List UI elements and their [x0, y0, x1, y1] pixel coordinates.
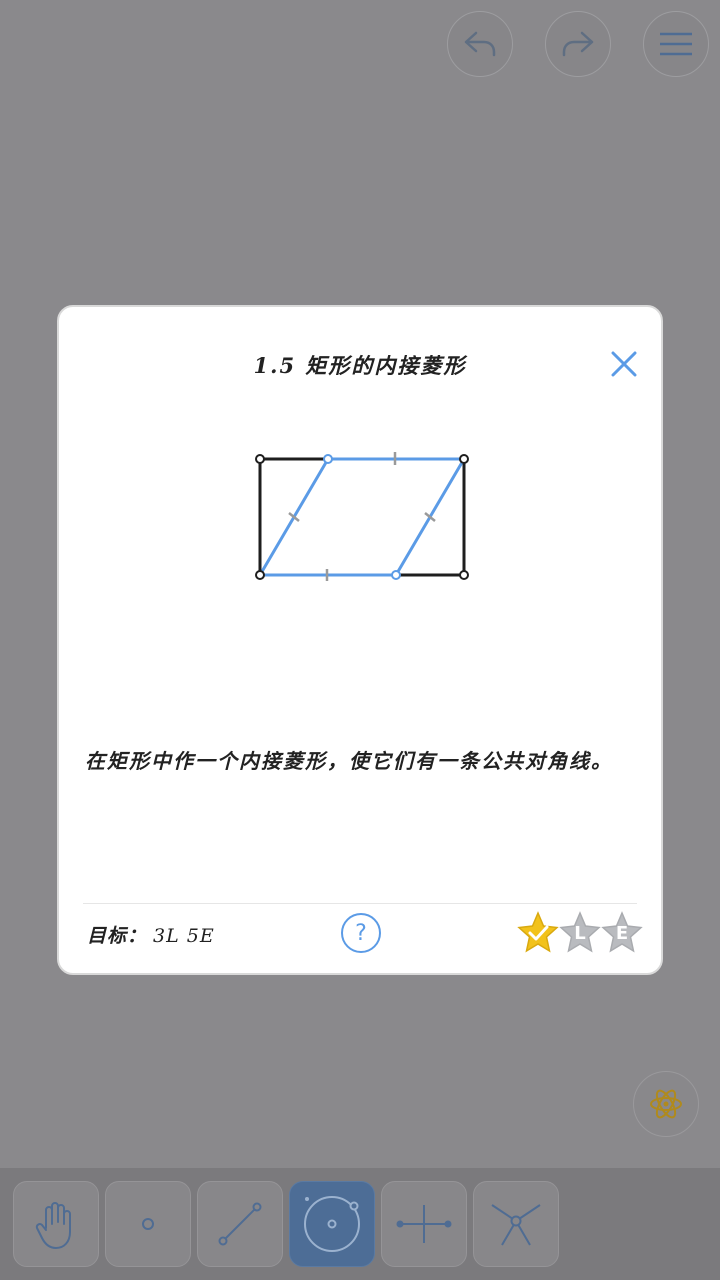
circle-icon — [304, 1196, 360, 1252]
divider — [83, 903, 637, 904]
hand-icon — [35, 1202, 71, 1249]
rectangle-vertex — [459, 454, 469, 464]
rectangle-vertex — [255, 454, 265, 464]
rhombus-outline — [258, 457, 466, 577]
undo-icon — [464, 31, 496, 57]
help-button[interactable]: ? — [341, 913, 381, 953]
undo-button[interactable] — [447, 11, 513, 77]
close-button[interactable] — [607, 347, 641, 381]
circle-tool[interactable] — [289, 1181, 375, 1267]
point-icon — [142, 1218, 154, 1230]
star-completed — [517, 911, 559, 955]
tool-bar — [0, 1168, 720, 1280]
line-tool[interactable] — [197, 1181, 283, 1267]
menu-button[interactable] — [643, 11, 709, 77]
rectangle-vertex — [459, 570, 469, 580]
perpendicular-tool[interactable] — [381, 1181, 467, 1267]
line-segment-icon — [218, 1202, 262, 1246]
level-title: 1.5 矩形的内接菱形 — [253, 353, 467, 378]
rectangle-vertex — [255, 570, 265, 580]
star-e-label: E — [615, 923, 629, 944]
point-tool[interactable] — [105, 1181, 191, 1267]
redo-icon — [562, 31, 594, 57]
rhombus-vertex — [391, 570, 401, 580]
explore-button[interactable] — [633, 1071, 699, 1137]
rectangle-outline — [258, 457, 466, 577]
hand-tool[interactable] — [13, 1181, 99, 1267]
star-check-icon — [517, 911, 559, 953]
close-icon — [611, 351, 637, 377]
star-rating: L E — [517, 911, 643, 955]
level-description: 在矩形中作一个内接菱形，使它们有一条公共对角线。 — [85, 749, 613, 773]
level-info-dialog: 1.5 矩形的内接菱形 在矩形中作一个内接菱形，使它们有一条公共对角线。 目标：… — [57, 305, 663, 975]
level-preview-figure — [255, 452, 469, 581]
equal-length-ticks — [288, 452, 436, 581]
star-e: E — [601, 911, 643, 955]
goal-text: 目标： 3L 5E — [87, 921, 215, 948]
intersect-tool[interactable] — [473, 1181, 559, 1267]
rhombus-vertex — [323, 454, 333, 464]
angle-bisector-icon — [491, 1204, 541, 1246]
perpendicular-bisector-icon — [396, 1205, 452, 1243]
help-label: ? — [355, 920, 367, 946]
hamburger-menu-icon — [660, 32, 692, 56]
goal-value: 3L 5E — [153, 925, 215, 947]
redo-button[interactable] — [545, 11, 611, 77]
star-l: L — [559, 911, 601, 955]
goal-label: 目标： — [87, 925, 148, 947]
star-l-label: L — [574, 923, 586, 944]
atom-icon — [650, 1089, 682, 1119]
